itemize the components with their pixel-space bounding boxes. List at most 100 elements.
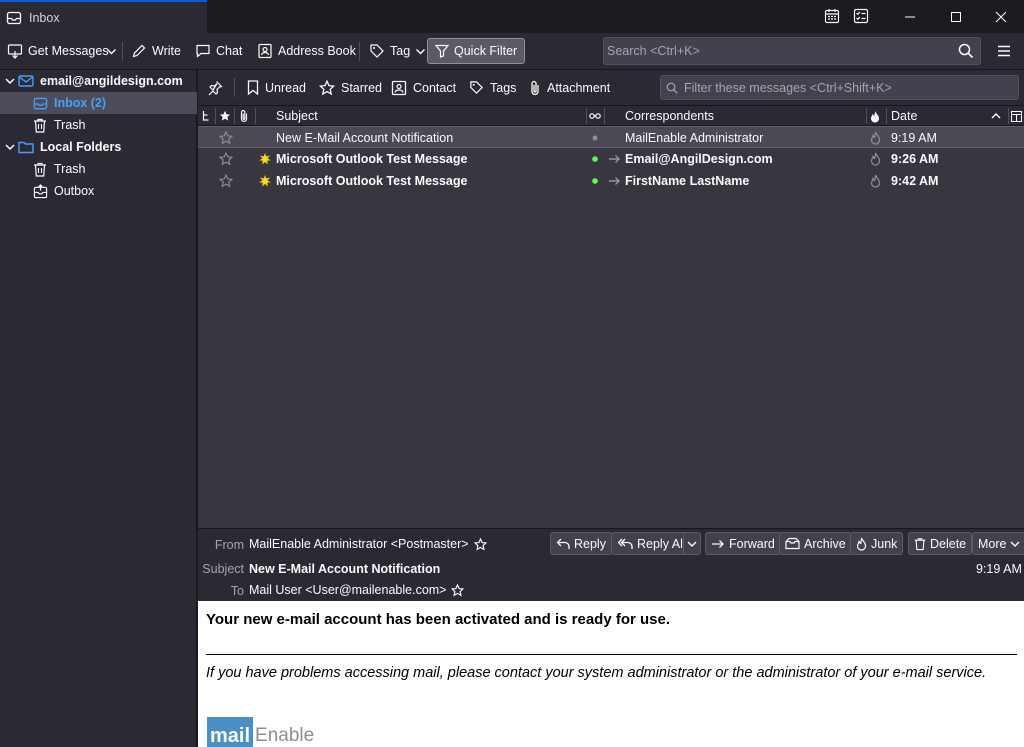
chevron-down-icon [1010, 539, 1020, 549]
folder-pane: email@angildesign.com Inbox (2) Trash Lo… [0, 70, 197, 747]
thread-column[interactable] [202, 106, 210, 126]
star-toggle[interactable] [219, 127, 233, 149]
forward-button[interactable]: Forward [705, 532, 781, 555]
read-status-dot[interactable] [591, 127, 599, 149]
get-messages-dropdown[interactable] [102, 38, 121, 64]
close-button[interactable] [978, 0, 1024, 33]
read-status-dot[interactable] [591, 170, 599, 192]
junk-button[interactable]: Junk [850, 532, 904, 555]
read-status-dot[interactable] [591, 148, 599, 170]
folder-trash-label: Trash [54, 118, 86, 132]
date-column[interactable]: Date [891, 106, 917, 126]
new-message-icon [259, 170, 271, 192]
star-outline-icon[interactable] [451, 583, 465, 597]
tag-button[interactable]: Tag [365, 38, 430, 64]
filter-messages-placeholder: Filter these messages <Ctrl+Shift+K> [684, 80, 892, 95]
tab-inbox[interactable]: Inbox [0, 0, 207, 33]
junk-toggle[interactable] [870, 170, 881, 192]
more-button[interactable]: More [972, 532, 1024, 555]
chat-label: Chat [216, 44, 243, 58]
tasks-icon[interactable] [853, 8, 869, 24]
message-row[interactable]: Microsoft Outlook Test Message Email@Ang… [198, 148, 1024, 170]
from-field[interactable]: MailEnable Administrator <Postmaster> [249, 537, 487, 551]
junk-status-column[interactable] [870, 106, 880, 126]
junk-toggle[interactable] [870, 148, 881, 170]
read-status-column[interactable] [589, 106, 601, 126]
filter-attachment-button[interactable]: Attachment [529, 75, 610, 100]
calendar-icon[interactable] [824, 8, 840, 24]
correspondents-column[interactable]: Correspondents [625, 106, 714, 126]
starred-column[interactable] [219, 106, 231, 126]
message-time: 9:19 AM [976, 562, 1022, 576]
reply-button[interactable]: Reply [550, 532, 612, 555]
toolbar-divider [122, 42, 123, 61]
chevron-down-icon[interactable] [3, 76, 17, 86]
folder-outbox[interactable]: Outbox [0, 180, 197, 202]
maximize-button[interactable] [933, 0, 979, 33]
filter-tags-button[interactable]: Tags [469, 75, 516, 100]
search-input[interactable]: Search <Ctrl+K> [603, 37, 981, 65]
star-outline-icon [219, 131, 233, 145]
minimize-button[interactable] [887, 0, 933, 33]
quick-filter-button[interactable]: Quick Filter [427, 38, 526, 64]
star-toggle[interactable] [219, 170, 233, 192]
star-icon [319, 79, 335, 96]
archive-button[interactable]: Archive [779, 532, 852, 555]
quick-filter-label: Quick Filter [454, 44, 518, 58]
junk-toggle[interactable] [870, 127, 881, 149]
message-subject: Microsoft Outlook Test Message [276, 174, 468, 188]
star-outline-icon[interactable] [473, 537, 487, 551]
more-label: More [978, 536, 1007, 551]
filter-icon [435, 44, 449, 58]
title-bar: Inbox [0, 0, 1024, 33]
quick-filter-bar: Unread Starred Contact Tags Attachment F… [198, 70, 1024, 105]
folder-local-folders[interactable]: Local Folders [0, 136, 197, 158]
star-toggle[interactable] [219, 148, 233, 170]
message-row[interactable]: New E-Mail Account Notification MailEnab… [198, 126, 1024, 148]
filter-starred-label: Starred [341, 80, 382, 95]
folder-inbox[interactable]: Inbox (2) [0, 92, 197, 114]
folder-local-trash[interactable]: Trash [0, 158, 197, 180]
star-icon [219, 110, 231, 122]
column-divider [586, 108, 587, 124]
contact-icon [391, 80, 407, 96]
column-picker-button[interactable] [1011, 106, 1022, 126]
subject-value: New E-Mail Account Notification [249, 562, 441, 576]
filter-starred-button[interactable]: Starred [319, 75, 382, 100]
column-picker-icon [1011, 110, 1022, 122]
delete-button[interactable]: Delete [908, 532, 973, 555]
subject-column[interactable]: Subject [276, 106, 318, 126]
reply-all-label: Reply All [637, 536, 686, 551]
to-field[interactable]: Mail User <User@mailenable.com> [249, 583, 465, 597]
filter-contact-button[interactable]: Contact [391, 75, 456, 100]
trash-icon [31, 118, 49, 133]
inbox-icon [6, 10, 22, 26]
chevron-down-icon[interactable] [3, 142, 17, 152]
reply-label: Reply [574, 536, 606, 551]
message-row[interactable]: Microsoft Outlook Test Message FirstName… [198, 170, 1024, 192]
to-label: To [230, 584, 244, 598]
date-column-label: Date [891, 109, 918, 123]
sticky-filter-button[interactable] [207, 75, 223, 100]
star-outline-icon [219, 152, 233, 166]
pin-icon [207, 80, 223, 96]
chat-icon [195, 43, 211, 59]
account-name: email@angildesign.com [40, 74, 183, 88]
folder-local-trash-label: Trash [54, 162, 86, 176]
folder-trash[interactable]: Trash [0, 114, 197, 136]
filter-messages-input[interactable]: Filter these messages <Ctrl+Shift+K> [660, 75, 1019, 100]
inbox-icon [31, 96, 49, 111]
attachment-column[interactable] [239, 106, 249, 126]
address-book-button[interactable]: Address Book [253, 38, 360, 64]
app-menu-button[interactable] [993, 38, 1015, 64]
filter-unread-button[interactable]: Unread [247, 75, 306, 100]
reply-all-button[interactable]: Reply All [611, 532, 692, 555]
folder-account[interactable]: email@angildesign.com [0, 70, 197, 92]
reply-all-dropdown[interactable] [683, 532, 701, 555]
delete-label: Delete [930, 536, 967, 551]
write-button[interactable]: Write [127, 38, 185, 64]
chat-button[interactable]: Chat [191, 38, 246, 64]
outbox-icon [31, 183, 49, 199]
get-messages-button[interactable]: Get Messages [3, 38, 113, 64]
chevron-up-icon [991, 111, 1001, 121]
